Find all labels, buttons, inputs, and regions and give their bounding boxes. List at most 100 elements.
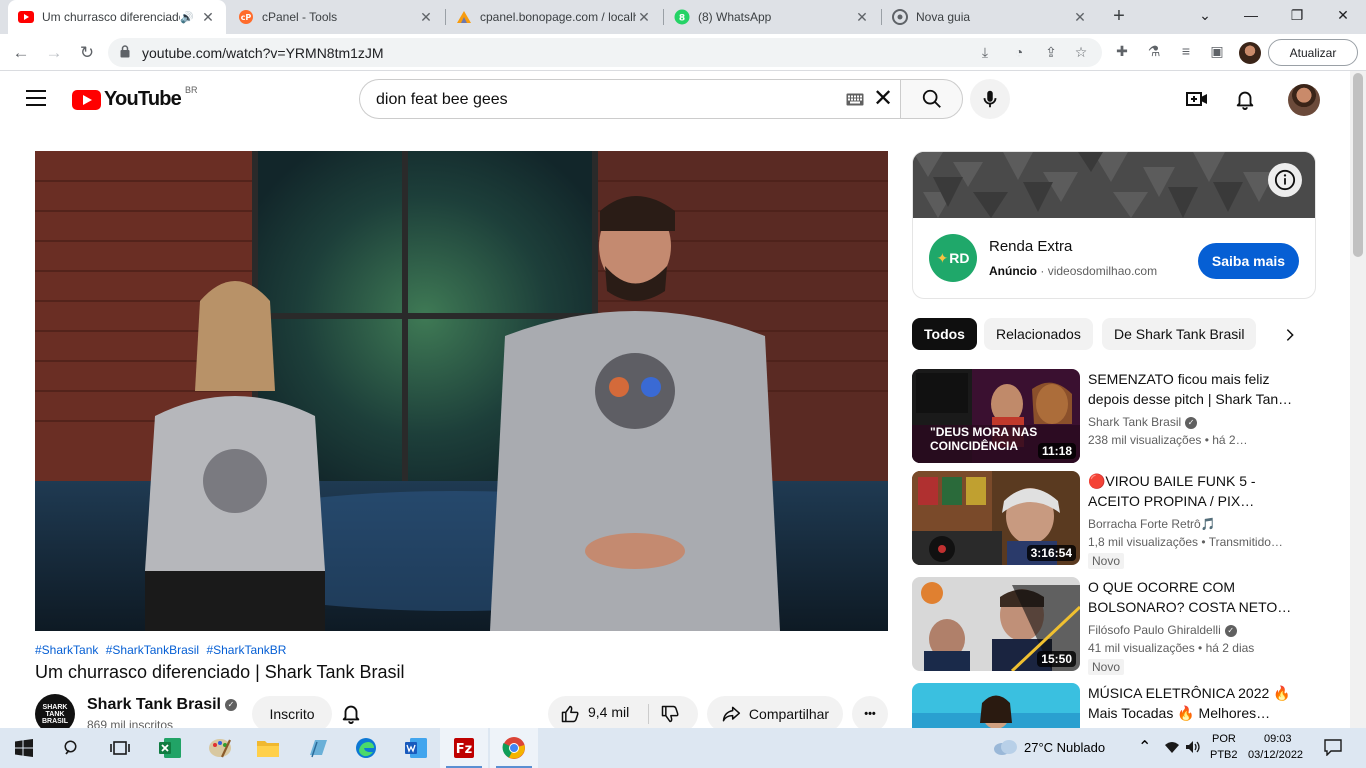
chips-next-button[interactable] [1278, 323, 1302, 347]
chrome-app[interactable] [490, 728, 538, 768]
back-button[interactable]: ← [10, 42, 32, 64]
clock-time[interactable]: 09:03 [1264, 733, 1292, 745]
page-scrollbar[interactable] [1350, 71, 1366, 728]
weather-cloud-icon[interactable] [992, 738, 1018, 756]
close-window-button[interactable]: ✕ [1320, 0, 1366, 30]
video-channel-text[interactable]: Filósofo Paulo Ghiraldelli [1088, 623, 1221, 637]
subscribed-button[interactable]: Inscrito [252, 696, 332, 732]
audio-playing-icon[interactable]: 🔊 [180, 11, 194, 24]
clock-date[interactable]: 03/12/2022 [1248, 749, 1303, 761]
video-player[interactable] [35, 151, 888, 631]
channel-name-text[interactable]: Shark Tank Brasil [87, 696, 221, 713]
profile-avatar[interactable] [1239, 42, 1261, 64]
recommended-video[interactable]: "DEUS MORA NAS COINCIDÊNCIA 11:18 SEMENZ… [912, 369, 1322, 464]
video-thumbnail[interactable]: 3:16:54 [912, 471, 1080, 565]
tab-cpanel[interactable]: cP cPanel - Tools ✕ [228, 0, 444, 34]
extensions-puzzle-icon[interactable]: ✚ [1112, 43, 1132, 63]
close-tab-icon[interactable]: ✕ [1072, 9, 1088, 26]
word-app[interactable] [392, 728, 440, 768]
update-chrome-button[interactable]: Atualizar [1268, 39, 1358, 66]
performance-icon[interactable]: ◔ [1010, 44, 1028, 62]
start-button[interactable] [0, 728, 48, 768]
lab-flask-icon[interactable]: ⚗ [1144, 43, 1164, 63]
create-button[interactable] [1185, 87, 1209, 111]
file-explorer-app[interactable] [244, 728, 292, 768]
like-button[interactable]: 9,4 mil [560, 704, 629, 724]
new-tab-button[interactable]: + [1108, 6, 1130, 28]
close-tab-icon[interactable]: ✕ [418, 9, 434, 26]
account-avatar[interactable] [1288, 84, 1320, 116]
clear-search-icon[interactable]: ✕ [873, 86, 893, 112]
video-title[interactable]: O QUE OCORRE COM BOLSONARO? COSTA NETO… [1088, 577, 1293, 617]
close-tab-icon[interactable]: ✕ [636, 9, 652, 26]
filezilla-app[interactable]: Fz [440, 728, 488, 768]
tab-youtube[interactable]: Um churrasco diferenciado | Shark Tank B… [8, 0, 226, 34]
restore-button[interactable]: ❐ [1274, 0, 1320, 30]
chip-relacionados[interactable]: Relacionados [984, 318, 1093, 350]
weather-text[interactable]: 27°C Nublado [1024, 740, 1105, 755]
chevron-up-icon[interactable]: ⌃ [1138, 737, 1151, 757]
input-language[interactable]: POR [1212, 733, 1236, 745]
share-button[interactable]: Compartilhar [707, 696, 843, 732]
minimize-button[interactable]: — [1228, 0, 1274, 30]
video-channel-text[interactable]: Shark Tank Brasil [1088, 415, 1181, 429]
share-icon[interactable]: ⇪ [1042, 44, 1060, 62]
tab-new-tab[interactable]: Nova guia ✕ [882, 0, 1098, 34]
video-channel[interactable]: Shark Tank Brasil ✓ [1088, 415, 1198, 429]
hashtag-link[interactable]: #SharkTankBR [206, 643, 286, 657]
video-thumbnail[interactable] [912, 683, 1080, 728]
forward-button[interactable]: → [43, 42, 65, 64]
edge-app[interactable] [342, 728, 390, 768]
search-button[interactable] [900, 79, 963, 119]
media-queue-icon[interactable]: ≡ [1176, 43, 1196, 63]
youtube-logo[interactable]: YouTube BR [72, 85, 198, 111]
install-app-icon[interactable]: ⤓ [976, 44, 994, 62]
keyboard-icon[interactable] [846, 93, 864, 106]
excel-app[interactable] [146, 728, 194, 768]
recommended-video[interactable]: MÚSICA ELETRÔNICA 2022 🔥 Mais Tocadas 🔥 … [912, 683, 1322, 728]
video-title[interactable]: MÚSICA ELETRÔNICA 2022 🔥 Mais Tocadas 🔥 … [1088, 683, 1293, 723]
video-channel[interactable]: Filósofo Paulo Ghiraldelli ✓ [1088, 623, 1237, 637]
scrollbar-thumb[interactable] [1353, 73, 1363, 257]
video-channel[interactable]: Borracha Forte Retrô🎵 [1088, 517, 1216, 531]
app-taskbar-item[interactable] [294, 728, 342, 768]
chip-todos[interactable]: Todos [912, 318, 977, 350]
video-thumbnail[interactable]: "DEUS MORA NAS COINCIDÊNCIA 11:18 [912, 369, 1080, 463]
notifications-button[interactable] [1233, 87, 1257, 111]
video-title[interactable]: SEMENZATO ficou mais feliz depois desse … [1088, 369, 1293, 409]
search-taskbar-button[interactable] [48, 728, 96, 768]
bookmark-star-icon[interactable]: ☆ [1072, 44, 1090, 62]
close-tab-icon[interactable]: ✕ [854, 9, 870, 26]
address-bar[interactable]: youtube.com/watch?v=YRMN8tm1zJM ⤓ ◔ ⇪ ☆ [108, 38, 1102, 67]
lock-icon[interactable] [120, 45, 130, 63]
notification-center-icon[interactable] [1324, 739, 1342, 761]
chip-de-shark-tank-brasil[interactable]: De Shark Tank Brasil [1102, 318, 1257, 350]
sponsored-ad-card[interactable]: ✦ RD Renda Extra Anúncio · videosdomilhao… [912, 151, 1316, 299]
video-thumbnail[interactable]: 15:50 [912, 577, 1080, 671]
ad-advertiser-logo[interactable]: ✦ RD [929, 234, 977, 282]
menu-icon[interactable] [26, 90, 46, 106]
reload-button[interactable]: ↻ [76, 42, 98, 64]
close-tab-icon[interactable]: ✕ [200, 9, 216, 26]
ad-cta-button[interactable]: Saiba mais [1198, 243, 1299, 279]
channel-name[interactable]: Shark Tank Brasil ✓ [87, 696, 237, 714]
recommended-video[interactable]: 3:16:54 🔴VIROU BAILE FUNK 5 - ACEITO PRO… [912, 471, 1322, 569]
dislike-button[interactable] [660, 704, 680, 724]
search-input[interactable]: dion feat bee gees [376, 91, 508, 109]
keyboard-layout[interactable]: PTB2 [1210, 749, 1238, 761]
video-title[interactable]: 🔴VIROU BAILE FUNK 5 - ACEITO PROPINA / P… [1088, 471, 1293, 511]
paint-app[interactable] [196, 728, 244, 768]
notification-bell-button[interactable] [340, 702, 364, 726]
network-icon[interactable] [1164, 740, 1180, 759]
tab-search-chevron-icon[interactable]: ⌄ [1182, 0, 1228, 30]
more-actions-button[interactable]: ••• [852, 696, 888, 732]
hashtag-link[interactable]: #SharkTankBrasil [106, 643, 199, 657]
hashtag-link[interactable]: #SharkTank [35, 643, 98, 657]
ad-info-button[interactable] [1268, 163, 1302, 197]
voice-search-button[interactable] [970, 79, 1010, 119]
ad-title[interactable]: Renda Extra [989, 238, 1072, 255]
tab-whatsapp[interactable]: 8 (8) WhatsApp ✕ [664, 0, 880, 34]
recommended-video[interactable]: 15:50 O QUE OCORRE COM BOLSONARO? COSTA … [912, 577, 1322, 675]
volume-icon[interactable] [1185, 740, 1203, 759]
task-view-button[interactable] [96, 728, 144, 768]
